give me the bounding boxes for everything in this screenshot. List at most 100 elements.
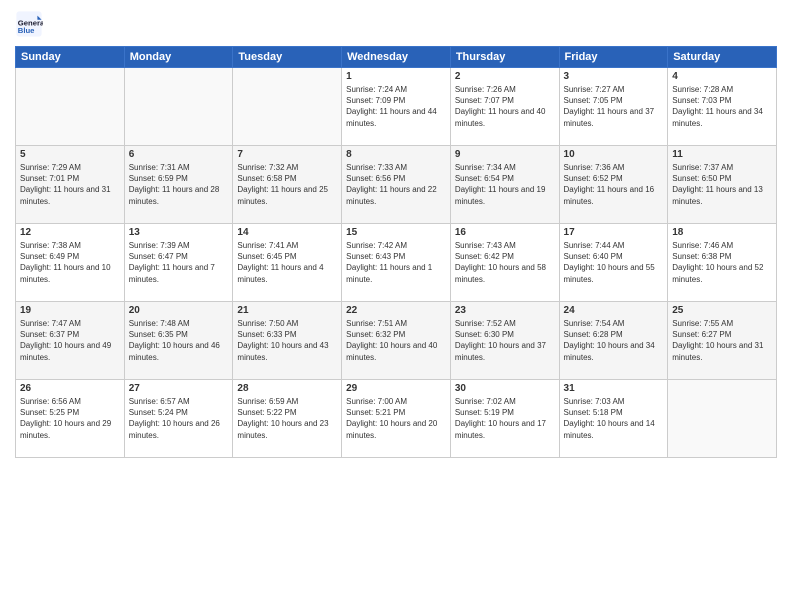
- day-number: 22: [346, 305, 446, 316]
- day-info: Sunrise: 6:56 AM Sunset: 5:25 PM Dayligh…: [20, 396, 120, 441]
- day-number: 20: [129, 305, 229, 316]
- day-info: Sunrise: 7:48 AM Sunset: 6:35 PM Dayligh…: [129, 318, 229, 363]
- day-number: 11: [672, 149, 772, 160]
- day-info: Sunrise: 7:32 AM Sunset: 6:58 PM Dayligh…: [237, 162, 337, 207]
- day-info: Sunrise: 6:59 AM Sunset: 5:22 PM Dayligh…: [237, 396, 337, 441]
- day-number: 15: [346, 227, 446, 238]
- day-info: Sunrise: 7:43 AM Sunset: 6:42 PM Dayligh…: [455, 240, 555, 285]
- day-cell: 12Sunrise: 7:38 AM Sunset: 6:49 PM Dayli…: [16, 224, 125, 302]
- day-cell: 20 Sunrise: 7:48 AM Sunset: 6:35 PM Dayli…: [124, 302, 233, 380]
- day-cell: 26 Sunrise: 6:56 AM Sunset: 5:25 PM Dayli…: [16, 380, 125, 458]
- day-cell: 28 Sunrise: 6:59 AM Sunset: 5:22 PM Dayli…: [233, 380, 342, 458]
- logo: General Blue: [15, 10, 47, 38]
- calendar-table: SundayMondayTuesdayWednesdayThursdayFrid…: [15, 46, 777, 458]
- weekday-header-friday: Friday: [559, 47, 668, 68]
- day-number: 28: [237, 383, 337, 394]
- day-cell: 14 Sunrise: 7:41 AM Sunset: 6:45 PM Dayli…: [233, 224, 342, 302]
- day-number: 9: [455, 149, 555, 160]
- day-info: Sunrise: 7:54 AM Sunset: 6:28 PM Dayligh…: [564, 318, 664, 363]
- day-info: Sunrise: 7:34 AM Sunset: 6:54 PM Dayligh…: [455, 162, 555, 207]
- day-number: 30: [455, 383, 555, 394]
- week-row-5: 26 Sunrise: 6:56 AM Sunset: 5:25 PM Dayli…: [16, 380, 777, 458]
- day-info: Sunrise: 7:39 AM Sunset: 6:47 PM Dayligh…: [129, 240, 229, 285]
- day-number: 14: [237, 227, 337, 238]
- day-number: 29: [346, 383, 446, 394]
- day-cell: 17 Sunrise: 7:44 AM Sunset: 6:40 PM Dayli…: [559, 224, 668, 302]
- day-info: Sunrise: 7:47 AM Sunset: 6:37 PM Dayligh…: [20, 318, 120, 363]
- day-number: 17: [564, 227, 664, 238]
- calendar-page: General Blue SundayMondayTuesdayWednesda…: [0, 0, 792, 612]
- day-info: Sunrise: 7:33 AM Sunset: 6:56 PM Dayligh…: [346, 162, 446, 207]
- day-number: 12: [20, 227, 120, 238]
- day-cell: 9 Sunrise: 7:34 AM Sunset: 6:54 PM Daylig…: [450, 146, 559, 224]
- day-info: Sunrise: 7:51 AM Sunset: 6:32 PM Dayligh…: [346, 318, 446, 363]
- day-cell: 13 Sunrise: 7:39 AM Sunset: 6:47 PM Dayli…: [124, 224, 233, 302]
- logo-icon: General Blue: [15, 10, 43, 38]
- day-number: 2: [455, 71, 555, 82]
- day-cell: 24 Sunrise: 7:54 AM Sunset: 6:28 PM Dayli…: [559, 302, 668, 380]
- day-cell: 22 Sunrise: 7:51 AM Sunset: 6:32 PM Dayli…: [342, 302, 451, 380]
- day-cell: [124, 68, 233, 146]
- week-row-1: 1 Sunrise: 7:24 AM Sunset: 7:09 PM Daylig…: [16, 68, 777, 146]
- day-number: 23: [455, 305, 555, 316]
- day-info: Sunrise: 7:00 AM Sunset: 5:21 PM Dayligh…: [346, 396, 446, 441]
- day-info: Sunrise: 7:26 AM Sunset: 7:07 PM Dayligh…: [455, 84, 555, 129]
- day-number: 27: [129, 383, 229, 394]
- day-number: 16: [455, 227, 555, 238]
- day-cell: 31Sunrise: 7:03 AM Sunset: 5:18 PM Dayli…: [559, 380, 668, 458]
- day-number: 4: [672, 71, 772, 82]
- day-cell: 10 Sunrise: 7:36 AM Sunset: 6:52 PM Dayli…: [559, 146, 668, 224]
- day-info: Sunrise: 7:52 AM Sunset: 6:30 PM Dayligh…: [455, 318, 555, 363]
- weekday-header-thursday: Thursday: [450, 47, 559, 68]
- weekday-header-tuesday: Tuesday: [233, 47, 342, 68]
- day-number: 19: [20, 305, 120, 316]
- day-cell: 21 Sunrise: 7:50 AM Sunset: 6:33 PM Dayli…: [233, 302, 342, 380]
- day-cell: 4 Sunrise: 7:28 AM Sunset: 7:03 PM Daylig…: [668, 68, 777, 146]
- day-info: Sunrise: 7:36 AM Sunset: 6:52 PM Dayligh…: [564, 162, 664, 207]
- day-info: Sunrise: 7:02 AM Sunset: 5:19 PM Dayligh…: [455, 396, 555, 441]
- day-info: Sunrise: 7:31 AM Sunset: 6:59 PM Dayligh…: [129, 162, 229, 207]
- day-info: Sunrise: 7:24 AM Sunset: 7:09 PM Dayligh…: [346, 84, 446, 129]
- day-cell: 1 Sunrise: 7:24 AM Sunset: 7:09 PM Daylig…: [342, 68, 451, 146]
- day-cell: 27 Sunrise: 6:57 AM Sunset: 5:24 PM Dayli…: [124, 380, 233, 458]
- day-cell: 8 Sunrise: 7:33 AM Sunset: 6:56 PM Daylig…: [342, 146, 451, 224]
- day-number: 31: [564, 383, 664, 394]
- day-number: 3: [564, 71, 664, 82]
- day-number: 8: [346, 149, 446, 160]
- day-number: 24: [564, 305, 664, 316]
- day-number: 26: [20, 383, 120, 394]
- day-info: Sunrise: 7:50 AM Sunset: 6:33 PM Dayligh…: [237, 318, 337, 363]
- day-cell: [16, 68, 125, 146]
- day-cell: 18Sunrise: 7:46 AM Sunset: 6:38 PM Dayli…: [668, 224, 777, 302]
- day-number: 21: [237, 305, 337, 316]
- day-info: Sunrise: 7:42 AM Sunset: 6:43 PM Dayligh…: [346, 240, 446, 285]
- week-row-3: 12Sunrise: 7:38 AM Sunset: 6:49 PM Dayli…: [16, 224, 777, 302]
- day-cell: 6 Sunrise: 7:31 AM Sunset: 6:59 PM Daylig…: [124, 146, 233, 224]
- day-cell: 29 Sunrise: 7:00 AM Sunset: 5:21 PM Dayli…: [342, 380, 451, 458]
- weekday-header-saturday: Saturday: [668, 47, 777, 68]
- day-info: Sunrise: 7:37 AM Sunset: 6:50 PM Dayligh…: [672, 162, 772, 207]
- day-info: Sunrise: 7:29 AM Sunset: 7:01 PM Dayligh…: [20, 162, 120, 207]
- header-row: SundayMondayTuesdayWednesdayThursdayFrid…: [16, 47, 777, 68]
- weekday-header-wednesday: Wednesday: [342, 47, 451, 68]
- day-number: 13: [129, 227, 229, 238]
- day-cell: [233, 68, 342, 146]
- day-cell: 23 Sunrise: 7:52 AM Sunset: 6:30 PM Dayli…: [450, 302, 559, 380]
- day-info: Sunrise: 6:57 AM Sunset: 5:24 PM Dayligh…: [129, 396, 229, 441]
- day-number: 1: [346, 71, 446, 82]
- day-cell: 15 Sunrise: 7:42 AM Sunset: 6:43 PM Dayli…: [342, 224, 451, 302]
- day-cell: [668, 380, 777, 458]
- weekday-header-monday: Monday: [124, 47, 233, 68]
- day-info: Sunrise: 7:46 AM Sunset: 6:38 PM Dayligh…: [672, 240, 772, 285]
- day-number: 10: [564, 149, 664, 160]
- day-cell: 19 Sunrise: 7:47 AM Sunset: 6:37 PM Dayli…: [16, 302, 125, 380]
- day-number: 5: [20, 149, 120, 160]
- day-number: 6: [129, 149, 229, 160]
- day-info: Sunrise: 7:44 AM Sunset: 6:40 PM Dayligh…: [564, 240, 664, 285]
- day-cell: 16 Sunrise: 7:43 AM Sunset: 6:42 PM Dayli…: [450, 224, 559, 302]
- day-info: Sunrise: 7:28 AM Sunset: 7:03 PM Dayligh…: [672, 84, 772, 129]
- weekday-header-sunday: Sunday: [16, 47, 125, 68]
- day-number: 25: [672, 305, 772, 316]
- week-row-4: 19 Sunrise: 7:47 AM Sunset: 6:37 PM Dayli…: [16, 302, 777, 380]
- day-info: Sunrise: 7:41 AM Sunset: 6:45 PM Dayligh…: [237, 240, 337, 285]
